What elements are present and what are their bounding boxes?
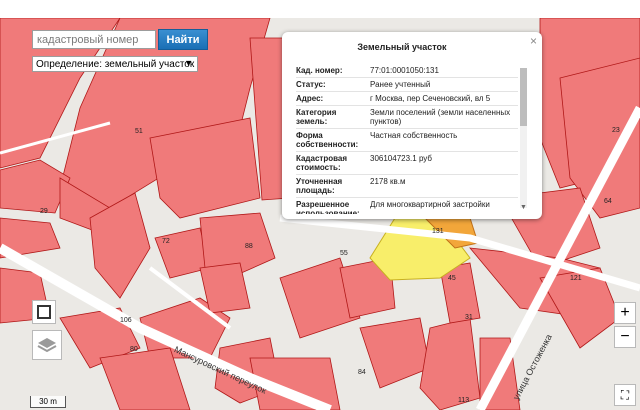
map-pin-icon <box>37 305 51 319</box>
definition-select[interactable]: Определение: земельный участок ▼ <box>32 56 198 72</box>
info-row: Категория земель: Земли поселений (земли … <box>296 106 518 129</box>
svg-text:113: 113 <box>458 397 469 404</box>
svg-text:31: 31 <box>465 314 473 321</box>
svg-text:88: 88 <box>245 243 253 250</box>
popup-scrollbar[interactable] <box>520 68 527 208</box>
svg-text:45: 45 <box>448 275 456 282</box>
svg-text:121: 121 <box>570 275 582 282</box>
svg-text:51: 51 <box>135 128 143 135</box>
svg-text:84: 84 <box>358 369 366 376</box>
svg-text:106: 106 <box>120 317 132 324</box>
svg-text:80: 80 <box>130 346 138 353</box>
svg-text:131: 131 <box>432 228 444 235</box>
scroll-down-icon[interactable]: ▼ <box>520 204 527 211</box>
cadastral-number-input[interactable] <box>32 30 156 49</box>
svg-text:23: 23 <box>612 127 620 134</box>
zoom-out-button[interactable]: − <box>614 326 636 348</box>
svg-text:29: 29 <box>40 208 48 215</box>
close-icon[interactable]: × <box>530 34 537 48</box>
scrollbar-thumb[interactable] <box>520 68 527 126</box>
kadastr-map-app: 51 29 88 72 55 131 45 31 121 64 84 113 80 106 23 М… <box>0 0 640 410</box>
info-row: Уточненная площадь: 2178 кв.м <box>296 175 518 198</box>
popup-title: Земельный участок <box>357 42 447 52</box>
svg-text:72: 72 <box>162 238 170 245</box>
info-row: Кадастровая стоимость: 306104723.1 руб <box>296 152 518 175</box>
info-row: Статус: Ранее учтенный <box>296 78 518 92</box>
popup-info-table: Кад. номер: 77:01:0001050:131 Статус: Ране… <box>296 64 518 214</box>
zoom-in-button[interactable]: + <box>614 302 636 324</box>
parcel-info-popup: × Земельный участок Кад. номер: 77:01:000… <box>282 32 542 219</box>
cadastral-layer-button[interactable] <box>32 300 56 324</box>
definition-label: Определение: <box>36 58 103 70</box>
info-row: Форма собственности: Частная собственност… <box>296 129 518 152</box>
layers-icon <box>37 338 57 353</box>
svg-text:55: 55 <box>340 250 348 257</box>
scale-bar: 30 m <box>30 396 66 408</box>
definition-selected-value: земельный участок <box>104 58 195 70</box>
info-row: Адрес: г Москва, пер Сеченовский, вл 5 <box>296 92 518 106</box>
fullscreen-button[interactable]: ⛶ <box>614 384 636 406</box>
info-row: Разрешенное использование: Для многокварт… <box>296 198 518 214</box>
info-row: Кад. номер: 77:01:0001050:131 <box>296 64 518 78</box>
fullscreen-icon: ⛶ <box>620 387 630 402</box>
svg-text:64: 64 <box>604 198 612 205</box>
find-button[interactable]: Найти <box>158 29 208 50</box>
chevron-down-icon: ▼ <box>184 58 193 68</box>
layers-button[interactable] <box>32 330 62 360</box>
